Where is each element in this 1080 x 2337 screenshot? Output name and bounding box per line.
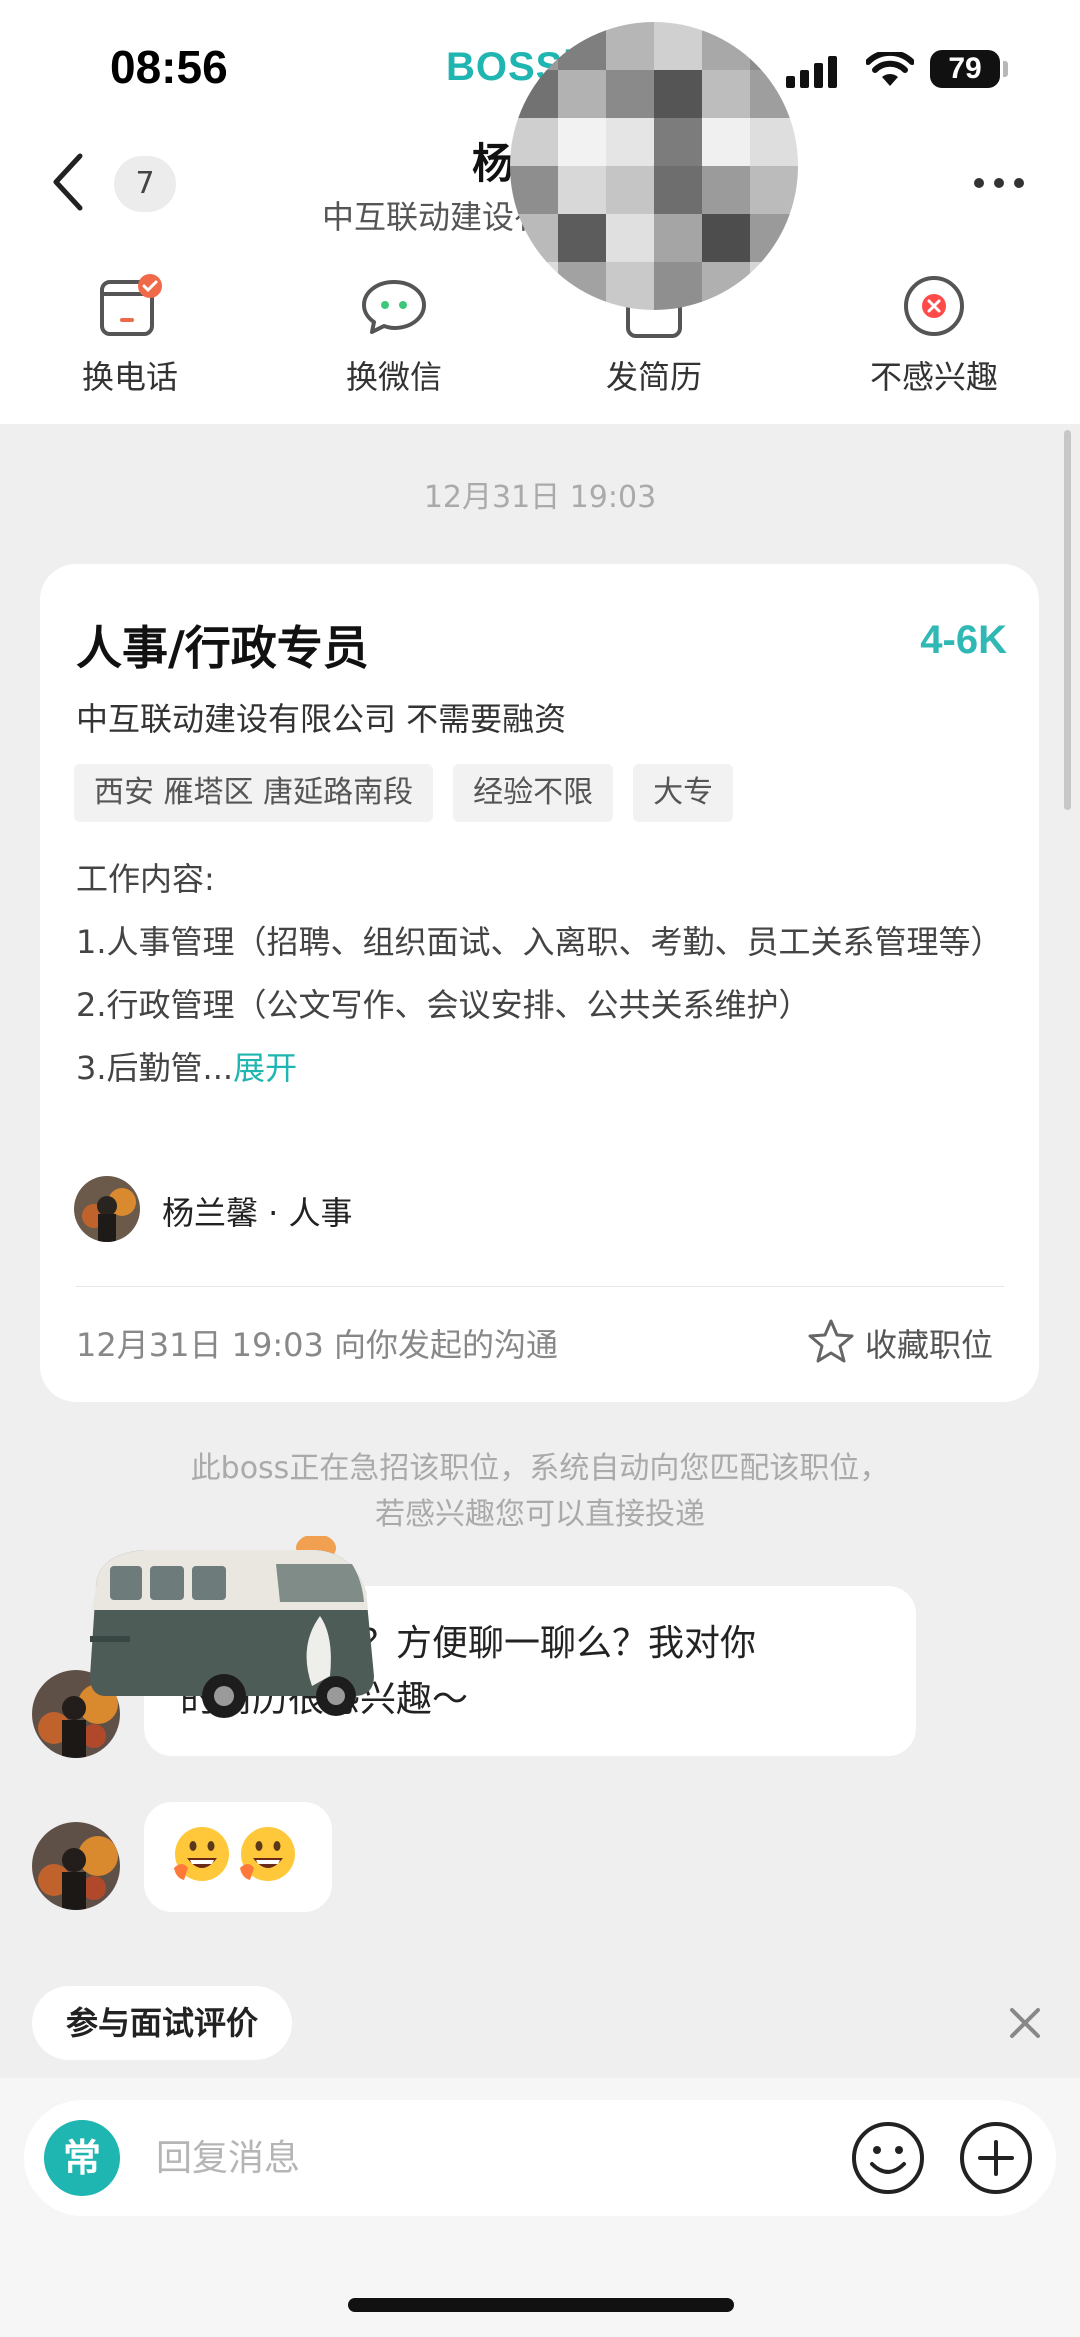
job-tag-education: 大专: [633, 764, 734, 822]
action-not-interested[interactable]: 不感兴趣: [834, 266, 1034, 416]
grinning-face-icon: [240, 1827, 295, 1881]
job-tag-location: 西安 雁塔区 唐延路南段: [74, 764, 434, 822]
desc-heading: 工作内容:: [76, 860, 215, 898]
avatar: [74, 1176, 140, 1242]
close-icon[interactable]: [1006, 2004, 1044, 2042]
pixelated-avatar: [510, 22, 798, 310]
phone-swap-icon: [100, 274, 162, 336]
reply-input[interactable]: [156, 2128, 836, 2188]
action-change-phone[interactable]: 换电话: [30, 266, 230, 416]
interview-review-chip[interactable]: 参与面试评价: [32, 1986, 293, 2060]
system-note-line: 若感兴趣您可以直接投递: [375, 1497, 705, 1532]
desc-line: 2.行政管理（公文写作、会议安排、公共关系维护）: [76, 986, 811, 1024]
van-sticker: [90, 1536, 374, 1718]
not-interested-icon: [904, 276, 964, 336]
home-indicator: [348, 2298, 734, 2312]
action-change-wechat[interactable]: 换微信: [294, 266, 494, 416]
quick-actions-bar: 换电话 换微信 发简历 不感兴趣: [0, 266, 1080, 416]
job-title: 人事/行政专员: [76, 621, 369, 675]
top-header-area: 08:56 BOSS直 79 7 杨兰馨 中互联动建设有限公司: [0, 0, 1080, 424]
emoji-icon[interactable]: [850, 2120, 926, 2196]
plus-icon[interactable]: [958, 2120, 1034, 2196]
back-button[interactable]: [48, 152, 88, 212]
card-divider: [76, 1286, 1004, 1287]
status-time: 08:56: [110, 41, 228, 93]
battery-icon: 79: [930, 50, 1000, 88]
favorite-job-button[interactable]: 收藏职位: [807, 1316, 1007, 1366]
job-description: 工作内容: 1.人事管理（招聘、组织面试、入离职、考勤、员工关系管理等） 2.行…: [76, 848, 1016, 1100]
star-icon: [808, 1319, 854, 1363]
expand-link[interactable]: 展开: [233, 1049, 297, 1087]
favorite-label: 收藏职位: [865, 1326, 994, 1364]
desc-line: 3.后勤管...: [76, 1049, 234, 1087]
input-container: 常: [24, 2100, 1056, 2216]
job-card[interactable]: 人事/行政专员 4-6K 中互联动建设有限公司 不需要融资 西安 雁塔区 唐延路…: [40, 564, 1039, 1402]
action-label: 发简历: [605, 358, 702, 396]
desc-line: 1.人事管理（招聘、组织面试、入离职、考勤、员工关系管理等）: [76, 923, 1003, 961]
action-label: 换电话: [81, 358, 178, 396]
wifi-icon: [866, 52, 914, 86]
job-salary: 4-6K: [920, 618, 1007, 662]
avatar[interactable]: [32, 1822, 120, 1910]
grinning-face-icon: [174, 1827, 229, 1881]
action-label: 换微信: [345, 358, 442, 396]
message-bubble[interactable]: 😃😃: [144, 1802, 332, 1912]
unread-count-badge[interactable]: 7: [114, 156, 176, 212]
job-company-info: 中互联动建设有限公司 不需要融资: [76, 700, 567, 738]
battery-nub: [1003, 61, 1008, 77]
chat-timestamp: 12月31日 19:03: [423, 480, 657, 515]
card-footer-text: 12月31日 19:03 向你发起的沟通: [76, 1326, 559, 1364]
recruiter-name: 杨兰馨 · 人事: [162, 1194, 353, 1232]
system-note: 此boss正在急招该职位，系统自动向您匹配该职位， 若感兴趣您可以直接投递: [120, 1446, 960, 1538]
signal-icon: [786, 56, 837, 88]
system-note-line: 此boss正在急招该职位，系统自动向您匹配该职位，: [190, 1451, 890, 1486]
desc-line-truncated: 3.后勤管...展开: [76, 1037, 1016, 1100]
action-label: 不感兴趣: [869, 358, 998, 396]
chat-partner-company: 中互联动建设有限公司: [322, 198, 532, 236]
job-tag-experience: 经验不限: [453, 764, 614, 822]
wechat-swap-icon: [362, 280, 426, 334]
job-tags: 西安 雁塔区 唐延路南段 经验不限 大专: [74, 764, 734, 822]
common-phrases-button[interactable]: 常: [44, 2120, 120, 2196]
input-bar: 常: [0, 2078, 1080, 2337]
more-options-icon[interactable]: [972, 176, 1026, 190]
